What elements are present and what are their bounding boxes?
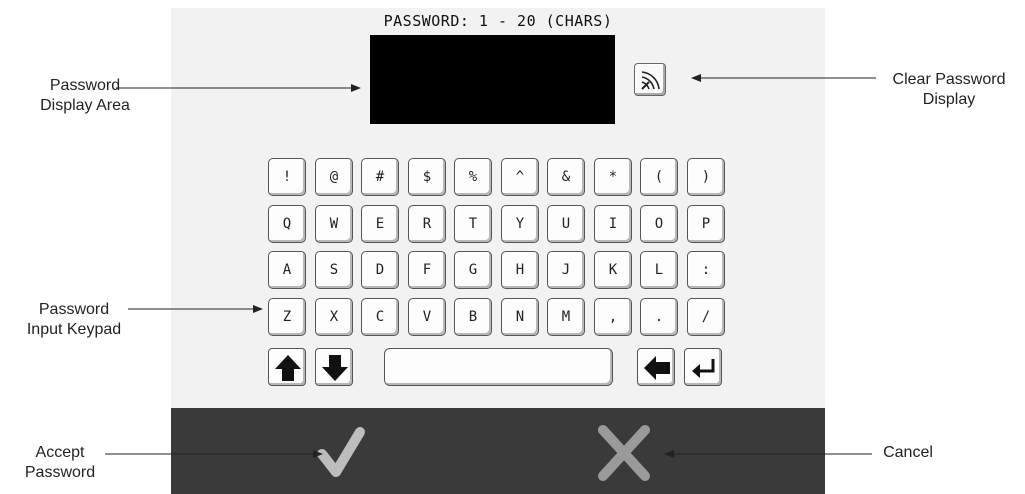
callout-arrows bbox=[105, 74, 876, 458]
